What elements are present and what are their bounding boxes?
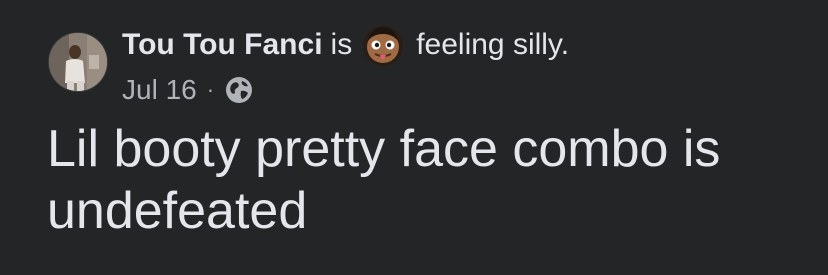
author-avatar[interactable]	[49, 33, 107, 91]
post-card: Tou Tou Fanci is feeling silly. Jul 16 ·	[0, 0, 828, 275]
globe-icon[interactable]	[224, 75, 254, 105]
post-body-text: Lil booty pretty face combo is undefeate…	[47, 120, 721, 240]
avatar-photo	[49, 33, 107, 91]
post-date[interactable]: Jul 16	[122, 74, 197, 106]
silly-face-emoji-icon	[360, 22, 406, 68]
post-header: Tou Tou Fanci is feeling silly.	[122, 22, 570, 68]
author-name[interactable]: Tou Tou Fanci	[122, 28, 323, 62]
post-meta: Jul 16 ·	[122, 72, 254, 108]
is-word: is	[330, 28, 353, 61]
feeling-text: feeling silly.	[416, 28, 570, 61]
meta-separator: ·	[206, 77, 215, 102]
